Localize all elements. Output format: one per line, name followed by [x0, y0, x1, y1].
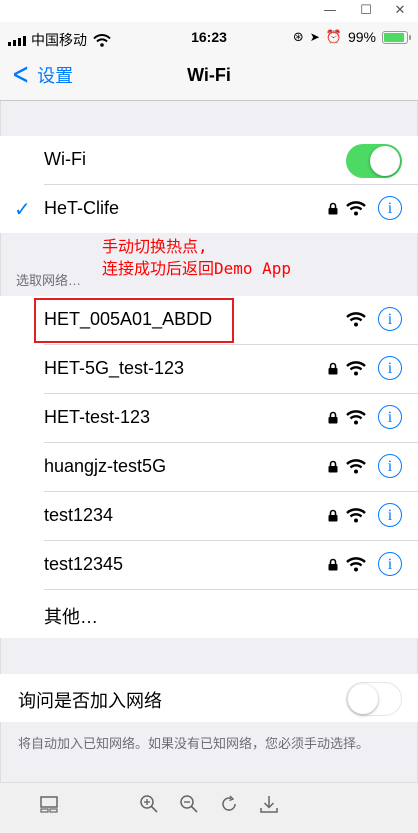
wifi-group: Wi-Fi ✓ HeT-Clife i [0, 136, 418, 233]
lock-icon [328, 558, 338, 570]
footer-note: 将自动加入已知网络。如果没有已知网络，您必须手动选择。 [18, 736, 370, 751]
lock-icon [328, 202, 338, 214]
bottom-toolbar [0, 782, 418, 833]
wifi-toggle-label: Wi-Fi [44, 149, 86, 169]
wifi-strength-icon [346, 556, 366, 571]
wifi-strength-icon [346, 311, 366, 326]
annotation-text: 手动切换热点, 连接成功后返回Demo App [102, 236, 291, 280]
ask-join-toggle[interactable] [346, 682, 402, 716]
rotate-icon[interactable] [218, 793, 240, 815]
location-icon: ➤ [309, 30, 320, 44]
wifi-toggle[interactable] [346, 144, 402, 178]
network-name: huangjz-test5G [44, 456, 167, 476]
close-button[interactable]: ✕ [390, 2, 410, 20]
minimize-button[interactable]: — [320, 2, 340, 20]
checkmark-icon: ✓ [14, 197, 31, 221]
maximize-button[interactable]: ☐ [356, 2, 376, 20]
network-name: HET-5G_test-123 [44, 358, 185, 378]
lock-icon [328, 411, 338, 423]
ask-join-row: 询问是否加入网络 [18, 674, 418, 722]
ask-join-group: 询问是否加入网络 [0, 674, 418, 722]
info-icon[interactable]: i [378, 196, 402, 220]
wifi-strength-icon [346, 507, 366, 522]
network-name: test1234 [44, 505, 114, 525]
network-row[interactable]: huangjz-test5G i [44, 443, 418, 492]
lock-icon [328, 460, 338, 472]
info-icon[interactable]: i [378, 356, 402, 380]
lock-icon [328, 509, 338, 521]
annotation-line-2: 连接成功后返回Demo App [102, 259, 292, 278]
lock-icon [328, 362, 338, 374]
page-title: Wi-Fi [187, 65, 231, 85]
highlight-box [34, 298, 234, 343]
info-icon[interactable]: i [378, 503, 402, 527]
status-bar: 中国移动 16:23 ⊛ ➤ ⏰ 99% [0, 22, 418, 52]
info-icon[interactable]: i [378, 454, 402, 478]
info-icon[interactable]: i [378, 307, 402, 331]
ask-join-label: 询问是否加入网络 [18, 691, 162, 711]
annotation-line-1: 手动切换热点, [102, 237, 208, 256]
sidebar-icon[interactable] [38, 793, 60, 815]
wifi-strength-icon [346, 409, 366, 424]
battery-percent: 99% [347, 29, 376, 45]
battery-icon [382, 30, 411, 44]
other-network-row[interactable]: 其他… [44, 590, 418, 638]
section-header: 选取网络… [16, 273, 82, 288]
network-name: HET-test-123 [44, 407, 151, 427]
wifi-toggle-row: Wi-Fi [44, 136, 418, 185]
info-icon[interactable]: i [378, 552, 402, 576]
download-icon[interactable] [258, 793, 280, 815]
network-row[interactable]: test12345 i [44, 541, 418, 590]
network-row[interactable]: HET-test-123 i [44, 394, 418, 443]
info-icon[interactable]: i [378, 405, 402, 429]
zoom-out-icon[interactable] [178, 793, 200, 815]
wifi-strength-icon [346, 200, 366, 215]
wifi-strength-icon [346, 360, 366, 375]
connected-network-row[interactable]: ✓ HeT-Clife i [14, 185, 418, 233]
orientation-lock-icon: ⊛ [292, 29, 304, 45]
alarm-icon: ⏰ [325, 29, 342, 45]
network-row[interactable]: test1234 i [44, 492, 418, 541]
window-titlebar: — ☐ ✕ [0, 0, 418, 22]
zoom-in-icon[interactable] [138, 793, 160, 815]
network-name: test12345 [44, 554, 124, 574]
network-row[interactable]: HET-5G_test-123 i [44, 345, 418, 394]
navigation-bar: < 设置 Wi-Fi [0, 52, 418, 101]
network-list: HET_005A01_ABDD i HET-5G_test-123 i HET-test… [0, 296, 418, 638]
other-network-label: 其他… [44, 607, 98, 627]
wifi-strength-icon [346, 458, 366, 473]
connected-network-name: HeT-Clife [44, 198, 120, 218]
